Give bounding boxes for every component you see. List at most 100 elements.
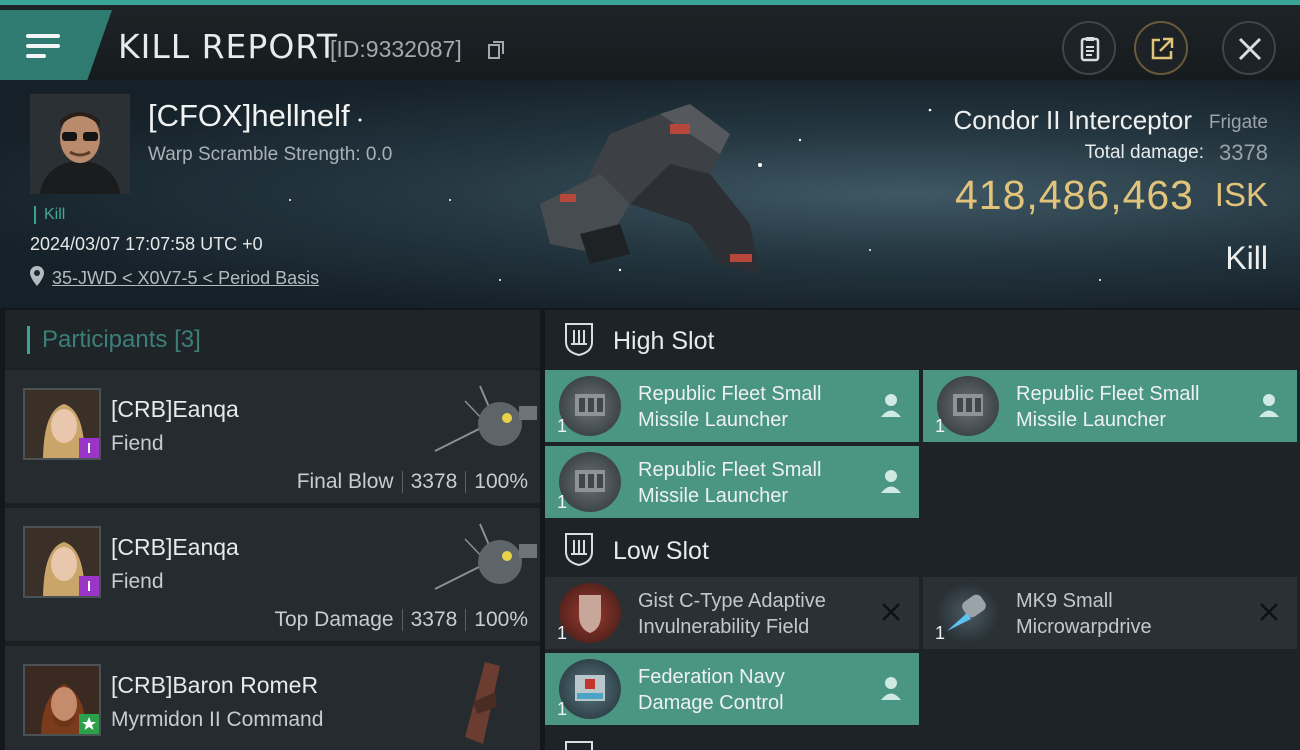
victim-name: [CFOX]hellnelf [148,98,350,133]
person-icon [881,394,901,417]
module-name-line1: Republic Fleet Small [1016,383,1200,405]
next-slot-header [545,734,1300,750]
module-name-line1: Republic Fleet Small [638,459,822,481]
participant-name: [CRB]Eanqa [111,534,239,560]
module-item[interactable]: 1 Federation Navy Damage Control [545,653,919,725]
invulnerability-field-icon [559,583,621,643]
missile-launcher-icon [559,452,621,512]
module-name-line1: Republic Fleet Small [638,383,822,405]
victim-avatar[interactable] [30,94,130,194]
total-damage-label: Total damage: [1084,142,1204,163]
shield-slot-icon [565,741,593,750]
kill-tag: Kill [34,206,65,224]
x-icon [1260,603,1278,621]
person-icon [881,470,901,493]
high-slot-label: High Slot [613,327,715,355]
module-name-line2: Missile Launcher [638,409,789,431]
high-slot-header: High Slot [545,310,1300,368]
participant-stats: Top Damage 3378 100% [274,608,528,632]
participant-role: Final Blow [296,470,394,493]
kill-datetime: 2024/03/07 17:07:58 UTC +0 [30,234,263,254]
module-item[interactable]: 1 Republic Fleet Small Missile Launcher [923,370,1297,442]
menu-icon [26,34,60,60]
module-item[interactable]: 1 Republic Fleet Small Missile Launcher [545,446,919,518]
share-icon [1151,37,1174,60]
participant-damage: 3378 [410,608,458,631]
module-item[interactable]: 1 Gist C-Type Adaptive Invulnerability Fi… [545,577,919,649]
participant-avatar[interactable] [23,664,101,736]
person-icon [881,677,901,700]
module-name-line2: Missile Launcher [638,485,789,507]
star-badge-icon [79,714,99,734]
participant-ship: Fiend [111,432,164,455]
participant-ship-image [434,385,537,452]
participant-name: [CRB]Baron RomeR [111,672,319,698]
participant-row[interactable]: [CRB]Eanqa Fiend Top Damage 3378 100% [5,508,540,644]
participant-name: [CRB]Eanqa [111,396,239,422]
participant-percent: 100% [474,470,528,493]
participants-header: Participants [3] [5,310,540,368]
participant-stats: Final Blow 3378 100% [297,470,528,494]
participant-row[interactable]: [CRB]Eanqa Fiend Final Blow 3378 100% [5,370,540,506]
shield-slot-icon [565,323,593,356]
module-quantity: 1 [557,416,568,436]
kill-result: Kill [1225,240,1268,276]
menu-button[interactable] [0,10,112,80]
top-bar: KILL REPORT [ID:9332087] [0,0,1300,80]
isk-value: 418,486,463 [954,172,1194,218]
isk-unit: ISK [1214,176,1268,213]
module-quantity: 1 [935,623,946,643]
copy-icon[interactable] [488,41,504,59]
report-id: [ID:9332087] [330,36,462,62]
participant-avatar[interactable] [23,526,101,598]
participants-panel: Participants [3] [CRB]Eanqa Fiend Final … [5,310,540,750]
microwarpdrive-icon [937,583,999,643]
kill-location-link[interactable]: 35-JWD < X0V7-5 < Period Basis [52,268,319,289]
participant-role: Top Damage [274,608,394,631]
module-name-line2: Invulnerability Field [638,616,810,638]
module-quantity: 1 [557,623,568,643]
participants-title: Participants [42,326,168,353]
module-name-line2: Damage Control [638,692,784,714]
participant-percent: 100% [474,608,528,631]
module-name-line1: MK9 Small [1016,590,1113,612]
participant-avatar[interactable] [23,388,101,460]
fitting-panel: High Slot 1 Republic Fleet Small Missile … [545,310,1300,750]
participant-ship: Fiend [111,570,164,593]
clipboard-button[interactable] [1062,21,1116,75]
participant-ship-image [465,662,500,744]
participant-ship-image [434,523,537,590]
shield-slot-icon [565,533,593,566]
page-title: KILL REPORT [118,27,338,66]
missile-launcher-icon [559,376,621,436]
module-quantity: 1 [935,416,946,436]
damage-control-icon [559,659,621,719]
victim-summary: [CFOX]hellnelf Warp Scramble Strength: 0… [0,80,1300,308]
victim-ship-image [540,104,760,274]
location-pin-icon [30,266,44,286]
low-slot-label: Low Slot [613,537,709,565]
clipboard-icon [1080,37,1100,62]
share-button[interactable] [1134,21,1188,75]
module-name-line2: Microwarpdrive [1016,616,1152,638]
person-icon [1259,394,1279,417]
close-icon [1238,37,1262,61]
low-slot-header: Low Slot [545,520,1300,578]
participant-row[interactable]: [CRB]Baron RomeR Myrmidon II Command [5,646,540,750]
x-icon [882,603,900,621]
faction-badge-icon [79,576,99,596]
participants-count: [3] [174,326,201,353]
module-name-line1: Federation Navy [638,666,785,688]
module-quantity: 1 [557,492,568,512]
participant-damage: 3378 [410,470,458,493]
module-quantity: 1 [557,699,568,719]
close-button[interactable] [1222,21,1276,75]
module-item[interactable]: 1 MK9 Small Microwarpdrive [923,577,1297,649]
victim-ship-class: Frigate [1208,112,1268,133]
participant-ship: Myrmidon II Command [111,708,324,731]
module-name-line1: Gist C-Type Adaptive [638,590,826,612]
missile-launcher-icon [937,376,999,436]
module-item[interactable]: 1 Republic Fleet Small Missile Launcher [545,370,919,442]
faction-badge-icon [79,438,99,458]
victim-ship-name: Condor II Interceptor [953,105,1192,135]
